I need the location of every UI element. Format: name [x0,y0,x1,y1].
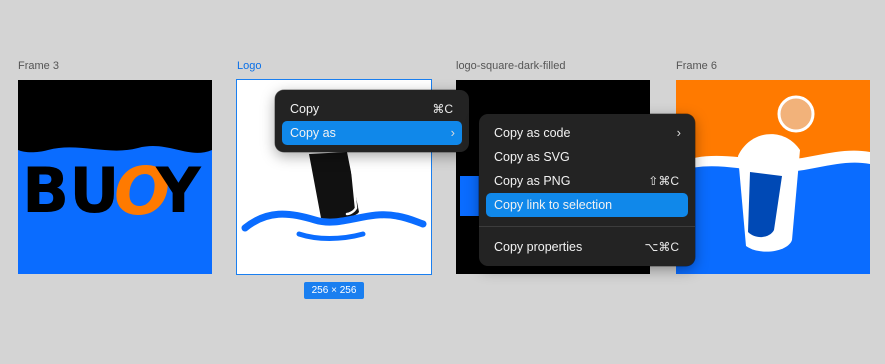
menu-item-copy-label: Copy [290,102,320,116]
frame-label-logo[interactable]: Logo [237,60,261,72]
menu-item-copy-shortcut: ⌘C [432,102,453,116]
frame-3-letters-bu: BU [22,154,120,227]
copy-as-submenu: Copy as code › Copy as SVG Copy as PNG ⇧… [479,114,695,266]
menu-item-copy-as-code[interactable]: Copy as code › [486,121,688,145]
menu-item-copy-as-png-shortcut: ⇧⌘C [648,174,679,188]
menu-item-copy-properties[interactable]: Copy properties ⌥⌘C [486,235,688,259]
chevron-right-icon: › [676,125,681,140]
selection-size-badge: 256 × 256 [304,282,364,299]
menu-item-copy-as-svg-label: Copy as SVG [494,150,570,164]
menu-item-copy-as-png-label: Copy as PNG [494,174,571,188]
chevron-right-icon: › [450,125,455,140]
menu-item-copy-as-label: Copy as [290,126,336,140]
frame-3[interactable]: BU O Y [18,80,212,274]
menu-item-copy-link-label: Copy link to selection [494,198,613,212]
frame-label-logo-square-dark-filled[interactable]: logo-square-dark-filled [456,60,565,72]
frame-3-letter-y: Y [155,154,202,227]
frame-label-frame-3[interactable]: Frame 3 [18,60,59,72]
menu-item-copy-properties-shortcut: ⌥⌘C [644,240,680,254]
menu-separator [479,226,695,227]
menu-item-copy-link-to-selection[interactable]: Copy link to selection [486,193,688,217]
menu-item-copy[interactable]: Copy ⌘C [282,97,462,121]
frame-6-buoy-artwork [676,80,870,274]
frame-label-frame-6[interactable]: Frame 6 [676,60,717,72]
frame-6[interactable] [676,80,870,274]
menu-item-copy-as-png[interactable]: Copy as PNG ⇧⌘C [486,169,688,193]
context-menu: Copy ⌘C Copy as › [275,90,469,152]
menu-item-copy-properties-label: Copy properties [494,240,583,254]
menu-item-copy-as-svg[interactable]: Copy as SVG [486,145,688,169]
menu-item-copy-as[interactable]: Copy as › [282,121,462,145]
frame-3-buoy-artwork: BU O Y [18,80,212,274]
menu-item-copy-as-code-label: Copy as code [494,126,571,140]
